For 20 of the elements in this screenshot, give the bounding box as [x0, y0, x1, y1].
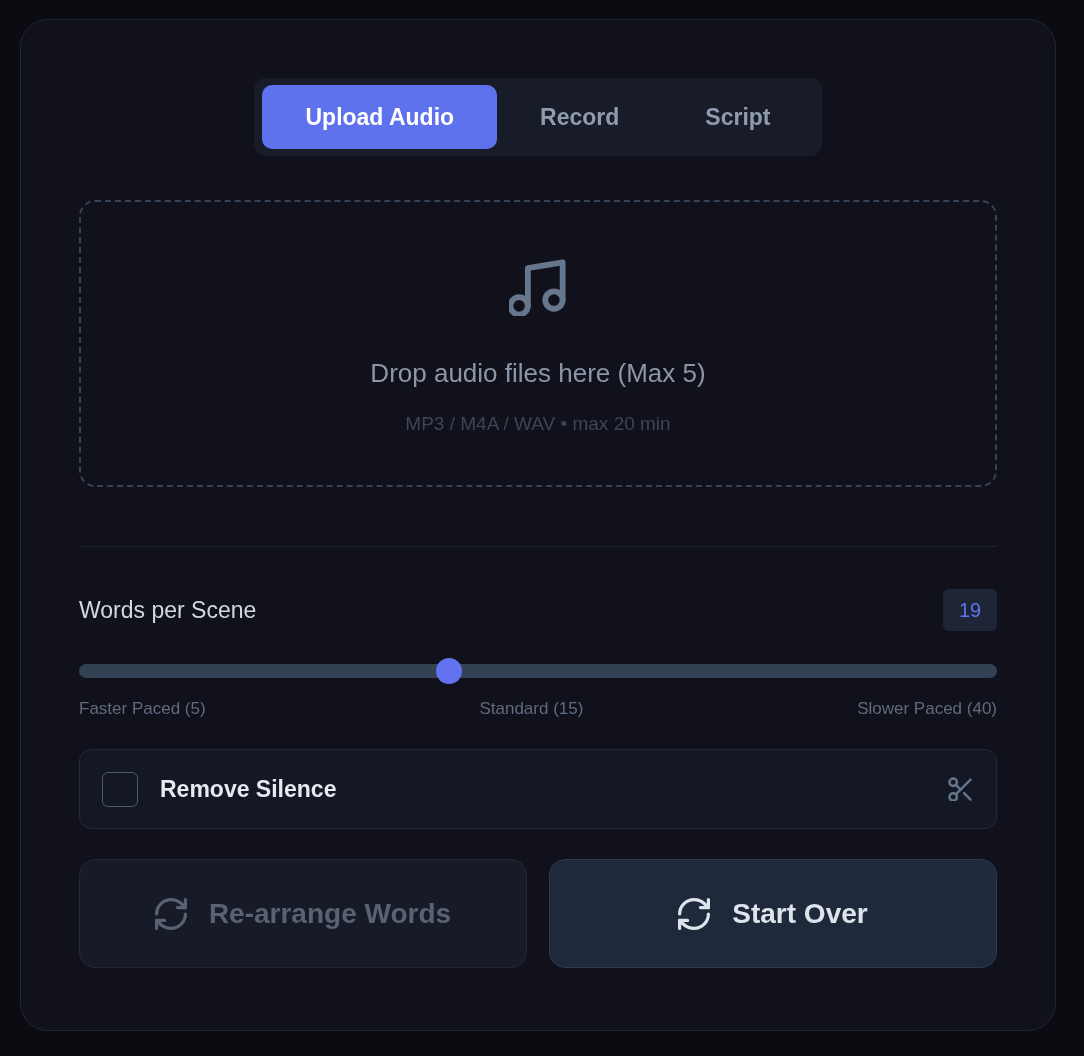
scale-label: Standard (15) [479, 699, 584, 719]
slider-track[interactable] [79, 658, 997, 684]
scissors-icon [948, 777, 972, 801]
checkbox[interactable] [102, 771, 138, 807]
drop-zone-hint: MP3 / M4A / WAV • max 20 min [405, 413, 671, 435]
tab[interactable]: Record [497, 85, 663, 149]
drop-zone-title: Drop audio files here (Max 5) [370, 358, 706, 389]
drop-zone[interactable]: Drop audio files here (Max 5) MP3 / M4A / WAV • max 20 min [79, 200, 997, 487]
action-button[interactable]: Start Over [549, 859, 997, 968]
refresh-icon [678, 897, 711, 930]
refresh-icon [154, 897, 187, 930]
slider-thumb[interactable] [435, 658, 462, 684]
scale-label: Faster Paced (5) [79, 699, 206, 719]
slider-label: Words per Scene [79, 596, 257, 624]
checkbox-label: Remove Silence [160, 775, 338, 803]
tab[interactable]: Script [662, 85, 814, 149]
music-note-icon [509, 258, 567, 316]
slider-value: 19 [943, 589, 997, 631]
scale-label: Slower Paced (40) [857, 699, 997, 719]
tab[interactable]: Upload Audio [262, 85, 498, 149]
